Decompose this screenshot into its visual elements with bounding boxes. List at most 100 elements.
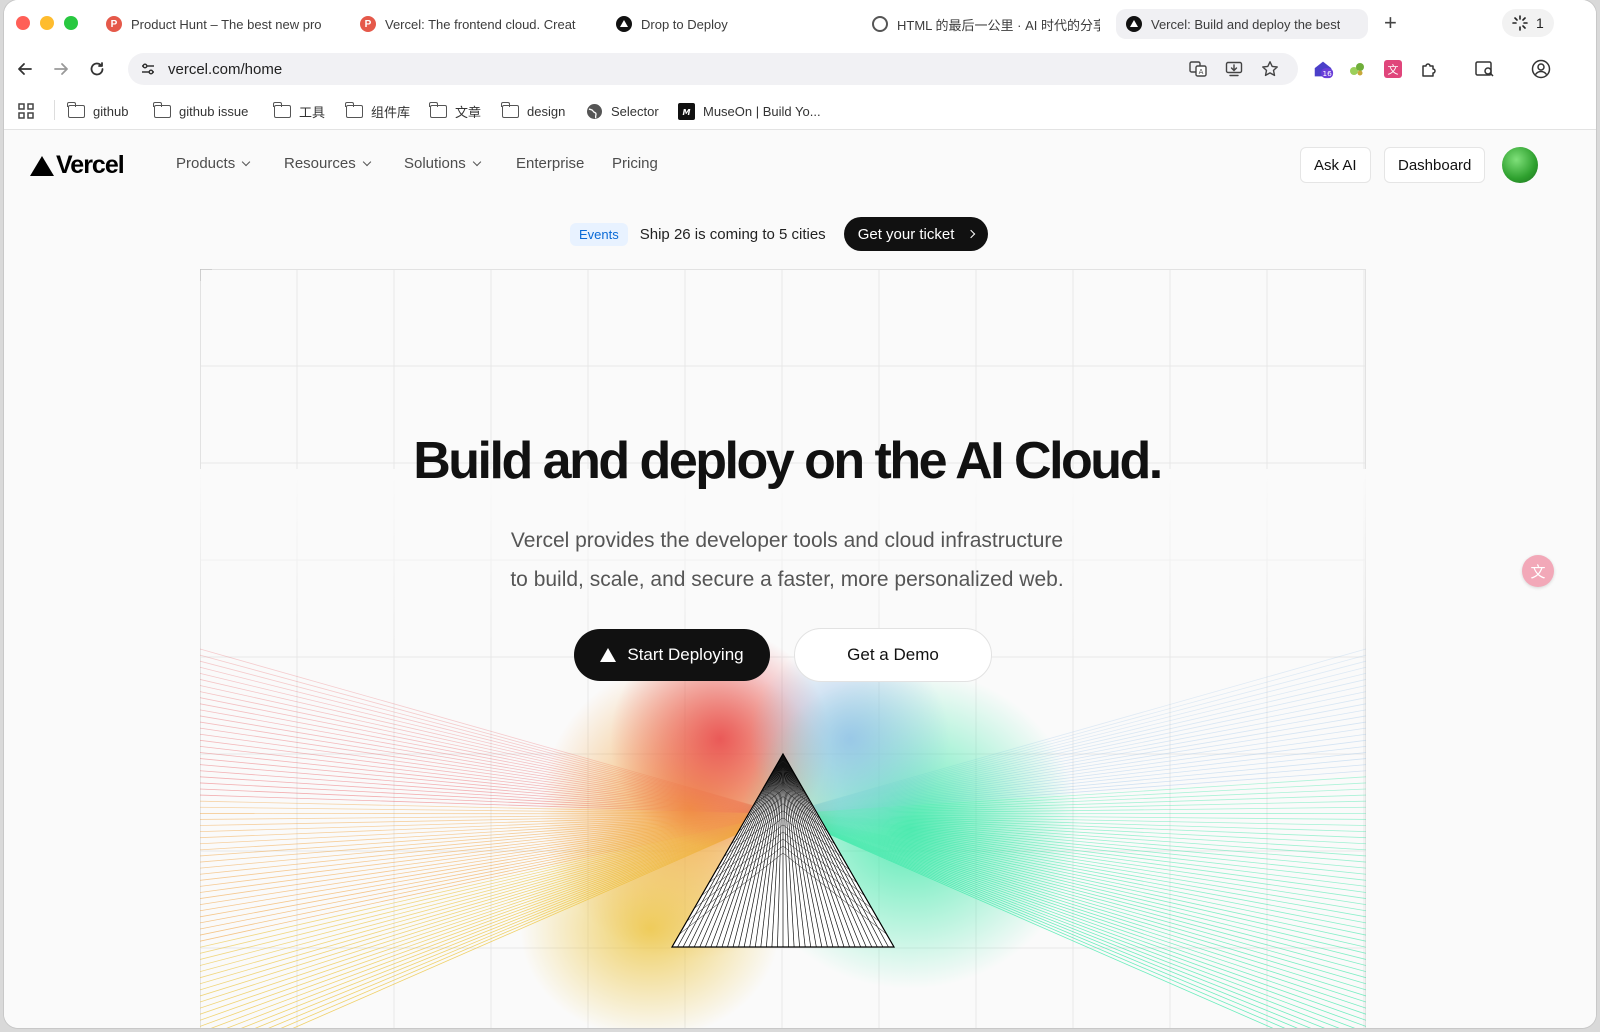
- svg-text:文: 文: [1388, 63, 1399, 77]
- extension-badge-count: 16: [1322, 69, 1332, 78]
- nav-products[interactable]: Products: [176, 155, 251, 172]
- bookmarks-divider: [54, 100, 55, 120]
- vercel-triangle-icon: [600, 648, 617, 662]
- bookmark-label: MuseOn | Build Yo...: [703, 103, 821, 119]
- tab-vercel-active[interactable]: Vercel: Build and deploy the best: [1116, 9, 1368, 39]
- globe-icon: [872, 16, 888, 32]
- tab-strip: P Product Hunt – The best new pro P Verc…: [4, 0, 1596, 46]
- bookmark-folder-design[interactable]: design: [501, 99, 566, 123]
- dashboard-button[interactable]: Dashboard: [1384, 147, 1486, 183]
- window-controls: [16, 16, 78, 30]
- ticket-button-label: Get your ticket: [857, 225, 955, 243]
- nav-label: Products: [176, 155, 236, 172]
- folder-icon: [429, 101, 447, 118]
- chevron-right-icon: [967, 229, 976, 239]
- bookmark-label: design: [527, 103, 566, 119]
- tab-title: Vercel: Build and deploy the best: [1151, 16, 1341, 32]
- translate-icon[interactable]: A: [1188, 59, 1208, 79]
- bookmark-selector[interactable]: Selector: [586, 99, 659, 123]
- extension-count: 1: [1536, 15, 1544, 31]
- folder-icon: [153, 101, 171, 118]
- tab-title: Drop to Deploy: [641, 16, 728, 32]
- user-avatar[interactable]: [1502, 147, 1538, 183]
- nav-resources[interactable]: Resources: [284, 155, 371, 172]
- bookmark-folder-github-issue[interactable]: github issue: [153, 99, 249, 123]
- close-window-button[interactable]: [16, 16, 30, 30]
- arrow-right-icon: [54, 63, 68, 75]
- nav-enterprise[interactable]: Enterprise: [516, 155, 584, 172]
- tab-title: HTML 的最后一公里 · AI 时代的分享: [897, 17, 1100, 33]
- bookmarks-bar: github github issue 工具 组件库 文章 design Sel…: [4, 92, 1596, 130]
- tab-title: Vercel: The frontend cloud. Creat: [385, 16, 576, 32]
- ask-ai-button[interactable]: Ask AI: [1300, 147, 1371, 183]
- reload-button[interactable]: [84, 56, 110, 82]
- minimize-window-button[interactable]: [40, 16, 54, 30]
- hero-title: Build and deploy on the AI Cloud.: [413, 432, 1163, 490]
- bookmark-folder-github[interactable]: github: [67, 99, 129, 123]
- bookmark-label: github: [93, 103, 129, 119]
- hero-subtitle: Vercel provides the developer tools and …: [4, 521, 1570, 599]
- tab-html-article[interactable]: HTML 的最后一公里 · AI 时代的分享: [862, 9, 1110, 39]
- chevron-down-icon: [472, 157, 481, 166]
- bookmark-star-icon[interactable]: [1260, 59, 1280, 79]
- apps-grid-icon[interactable]: [18, 99, 34, 123]
- arrow-left-icon: [18, 63, 32, 75]
- vercel-logo[interactable]: Vercel: [30, 151, 125, 180]
- browser-toolbar: vercel.com/home A 16 文: [4, 46, 1596, 92]
- site-settings-icon[interactable]: [138, 59, 158, 79]
- start-deploying-button[interactable]: Start Deploying: [574, 629, 770, 681]
- bookmark-folder-tools[interactable]: 工具: [273, 99, 326, 123]
- bookmark-label: 工具: [299, 104, 326, 120]
- events-badge: Events: [570, 222, 628, 246]
- logo-wordmark: Vercel: [56, 151, 125, 179]
- back-button[interactable]: [12, 56, 38, 82]
- install-app-icon[interactable]: [1224, 59, 1244, 79]
- globe-icon: [587, 103, 602, 119]
- hero-subtitle-line: to build, scale, and secure a faster, mo…: [510, 568, 1064, 591]
- extensions-puzzle-icon[interactable]: [1418, 58, 1440, 80]
- get-ticket-button[interactable]: Get your ticket: [843, 217, 989, 251]
- bookmark-label: 组件库: [371, 104, 411, 120]
- nav-label: Solutions: [404, 155, 466, 172]
- bookmark-label: Selector: [611, 103, 659, 119]
- bookmark-folder-components[interactable]: 组件库: [345, 99, 411, 123]
- chevron-down-icon: [362, 157, 371, 166]
- folder-icon: [273, 101, 291, 118]
- nav-label: Enterprise: [516, 155, 585, 172]
- floating-translate-icon[interactable]: 文: [1522, 555, 1554, 587]
- get-demo-button[interactable]: Get a Demo: [794, 628, 992, 682]
- nav-pricing[interactable]: Pricing: [612, 155, 658, 172]
- svg-text:A: A: [1199, 68, 1204, 76]
- nav-label: Resources: [284, 155, 356, 172]
- chevron-down-icon: [241, 157, 251, 166]
- tab-drop-to-deploy[interactable]: Drop to Deploy: [606, 9, 856, 39]
- event-announcement: Events Ship 26 is coming to 5 cities Get…: [570, 217, 989, 251]
- folder-icon: [67, 101, 85, 118]
- extension-home-icon[interactable]: 16: [1312, 58, 1334, 80]
- announcement-text: Ship 26 is coming to 5 cities: [639, 225, 826, 243]
- tab-search-icon[interactable]: [1474, 58, 1496, 80]
- vercel-page: Vercel Products Resources Solutions Ente…: [4, 131, 1596, 1028]
- tab-product-hunt[interactable]: P Product Hunt – The best new pro: [96, 9, 344, 39]
- tab-vercel-frontend[interactable]: P Vercel: The frontend cloud. Creat: [350, 9, 600, 39]
- extension-status-badge[interactable]: 1: [1502, 9, 1554, 37]
- bookmark-folder-articles[interactable]: 文章: [429, 99, 481, 123]
- address-bar[interactable]: vercel.com/home A: [128, 53, 1298, 85]
- bookmark-label: github issue: [179, 103, 249, 119]
- profile-icon[interactable]: [1530, 58, 1552, 80]
- hero-grid-graphic: [200, 269, 1366, 1028]
- nav-label: Pricing: [612, 155, 658, 172]
- bookmark-museon[interactable]: M MuseOn | Build Yo...: [678, 99, 821, 123]
- new-tab-button[interactable]: +: [1384, 10, 1397, 36]
- maximize-window-button[interactable]: [64, 16, 78, 30]
- extension-puzzle-green-icon[interactable]: [1346, 58, 1368, 80]
- nav-solutions[interactable]: Solutions: [404, 155, 481, 172]
- svg-text:M: M: [683, 108, 691, 117]
- folder-icon: [345, 101, 363, 118]
- tab-title: Product Hunt – The best new pro: [131, 16, 322, 32]
- site-header: Vercel Products Resources Solutions Ente…: [4, 131, 1596, 199]
- hero-background: [200, 269, 1366, 1028]
- loading-spinner-icon: [1512, 15, 1528, 31]
- extension-translate-icon[interactable]: 文: [1382, 58, 1404, 80]
- forward-button[interactable]: [48, 56, 74, 82]
